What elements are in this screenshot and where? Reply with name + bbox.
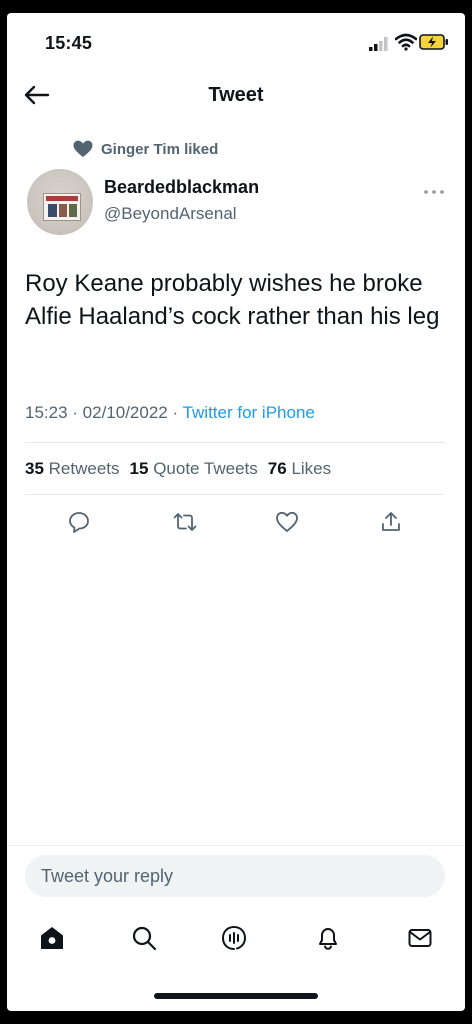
- divider: [25, 442, 445, 443]
- messages-icon[interactable]: [407, 925, 433, 951]
- tweet-date: 02/10/2022: [82, 403, 168, 422]
- status-time: 15:45: [45, 33, 93, 53]
- quote-tweets-stat[interactable]: 15 Quote Tweets: [130, 459, 258, 479]
- heart-filled-icon: [73, 140, 93, 158]
- likes-stat[interactable]: 76 Likes: [268, 459, 331, 479]
- reply-input[interactable]: Tweet your reply: [25, 855, 445, 897]
- author-handle[interactable]: @BeyondArsenal: [104, 204, 237, 224]
- tweet-meta: 15:23 · 02/10/2022 · Twitter for iPhone: [25, 403, 315, 422]
- tweet-text: Roy Keane probably wishes he broke Alfie…: [25, 270, 440, 330]
- more-icon[interactable]: [423, 183, 445, 194]
- battery-icon: [419, 34, 449, 50]
- tweet-time: 15:23: [25, 403, 68, 422]
- signal-icon: [369, 37, 391, 51]
- search-icon[interactable]: [131, 925, 157, 951]
- reply-icon[interactable]: [67, 510, 91, 534]
- page-title: Tweet: [208, 84, 264, 106]
- like-icon[interactable]: [275, 510, 299, 534]
- tweet-source-link[interactable]: Twitter for iPhone: [183, 403, 315, 422]
- home-indicator: [154, 993, 318, 999]
- spaces-icon[interactable]: [221, 925, 247, 951]
- home-icon[interactable]: [39, 925, 65, 951]
- phone-screen: 15:45 Tweet Ginger Tim liked Beardedblac…: [7, 13, 465, 1011]
- social-context-text: Ginger Tim liked: [101, 140, 219, 158]
- notifications-icon[interactable]: [315, 925, 341, 951]
- tweet-stats: 35 Retweets 15 Quote Tweets 76 Likes: [25, 459, 331, 479]
- share-icon[interactable]: [379, 510, 403, 534]
- divider: [25, 494, 445, 495]
- social-context[interactable]: Ginger Tim liked: [73, 139, 218, 159]
- retweet-icon[interactable]: [173, 510, 197, 534]
- author-display-name[interactable]: Beardedblackman: [104, 177, 259, 198]
- divider: [7, 845, 465, 846]
- wifi-icon: [394, 33, 418, 51]
- retweets-stat[interactable]: 35 Retweets: [25, 459, 120, 479]
- avatar[interactable]: [27, 169, 93, 235]
